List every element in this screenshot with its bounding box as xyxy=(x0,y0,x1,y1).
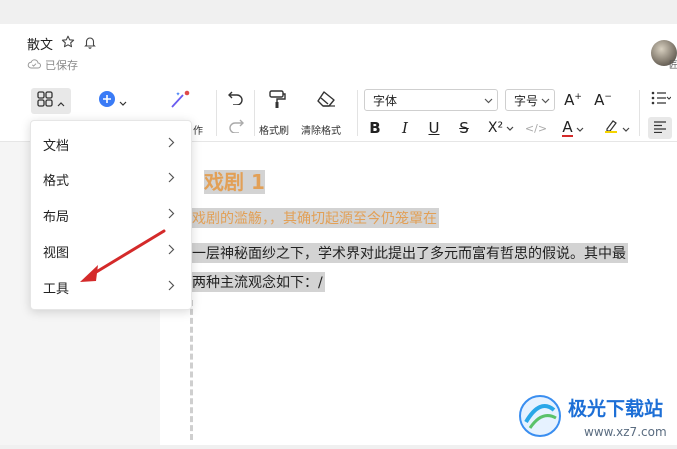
font-color-button[interactable]: A xyxy=(556,117,590,139)
menu-item-document[interactable]: 文档 xyxy=(31,129,191,159)
font-select-value: 字体 xyxy=(373,93,398,108)
chevron-down-icon xyxy=(506,120,514,136)
undo-icon xyxy=(227,89,245,109)
chevron-up-icon xyxy=(57,92,65,111)
chevron-right-icon xyxy=(168,171,175,187)
ai-wand-button[interactable] xyxy=(165,88,195,114)
bell-icon[interactable] xyxy=(83,35,97,53)
italic-button[interactable]: I xyxy=(394,117,416,139)
list-button[interactable] xyxy=(648,89,674,111)
save-status: 已保存 xyxy=(27,57,78,73)
italic-label: I xyxy=(402,119,408,137)
align-left-icon xyxy=(653,119,667,137)
divider xyxy=(216,90,217,136)
underline-label: U xyxy=(428,119,440,137)
superscript-button[interactable]: X² xyxy=(482,117,520,139)
window-top-strip xyxy=(0,0,677,24)
clear-format-button[interactable] xyxy=(310,88,342,114)
underline-button[interactable]: U xyxy=(423,117,445,139)
chevron-right-icon xyxy=(168,136,175,152)
format-painter-button[interactable] xyxy=(262,88,292,114)
document-header: 散文 已保存 匠 xyxy=(0,24,677,84)
highlighter-icon xyxy=(603,118,619,138)
cloud-check-icon xyxy=(27,58,41,73)
size-select-value: 字号 xyxy=(514,93,539,108)
inline-code-button[interactable]: </> xyxy=(523,117,549,139)
svg-text:极光下载站: 极光下载站 xyxy=(568,397,663,420)
magic-wand-icon xyxy=(169,89,191,113)
eraser-icon xyxy=(315,90,337,112)
heading-1[interactable]: 戏剧 1 xyxy=(200,166,269,195)
chevron-right-icon xyxy=(168,207,175,223)
bold-button[interactable]: B xyxy=(364,117,386,139)
font-select[interactable]: 字体 xyxy=(364,89,498,111)
font-color-label: A xyxy=(562,118,573,137)
watermark-logo: 极光下载站 www.xz7.com xyxy=(512,388,677,445)
annotation-arrow xyxy=(80,229,166,282)
doc-title[interactable]: 散文 xyxy=(27,34,53,53)
svg-text:www.xz7.com: www.xz7.com xyxy=(584,425,667,439)
ai-label: 作 xyxy=(193,126,203,137)
chevron-down-icon xyxy=(484,93,493,107)
undo-button[interactable] xyxy=(224,88,248,110)
paragraph-2-text: 两种主流观念如下：/ xyxy=(192,275,323,291)
paint-roller-icon xyxy=(268,89,286,113)
format-painter-label: 格式刷 xyxy=(259,126,289,137)
heading-2-text: 戏剧的滥觞，，其确切起源至今仍笼罩在 xyxy=(192,211,437,227)
increase-font-button[interactable]: A+ xyxy=(562,89,584,111)
decrease-font-button[interactable]: A− xyxy=(592,89,614,111)
chevron-down-icon xyxy=(119,92,127,111)
bullet-list-icon xyxy=(651,91,672,109)
align-left-button[interactable] xyxy=(648,117,672,139)
clear-format-label: 清除格式 xyxy=(301,126,341,137)
insert-button[interactable] xyxy=(92,88,132,114)
menu-item-format[interactable]: 格式 xyxy=(31,164,191,194)
paragraph-line-1[interactable]: 一层神秘面纱之下，学术界对此提出了多元而富有哲思的假说。其中最 xyxy=(190,243,628,263)
menu-item-label: 布局 xyxy=(43,209,70,225)
divider xyxy=(254,90,255,136)
heading-1-text: 戏剧 1 xyxy=(204,170,265,194)
menu-toggle-button[interactable] xyxy=(31,88,71,114)
strikethrough-button[interactable]: S xyxy=(453,117,475,139)
divider xyxy=(357,90,358,136)
grid-icon xyxy=(37,91,55,111)
menu-item-label: 格式 xyxy=(43,173,70,189)
saved-label: 已保存 xyxy=(45,59,78,72)
avatar-label: 匠 xyxy=(669,61,677,71)
decrease-font-icon: A− xyxy=(594,91,612,109)
heading-2[interactable]: 戏剧的滥觞，，其确切起源至今仍笼罩在 xyxy=(190,208,439,228)
star-icon[interactable] xyxy=(61,35,75,53)
highlight-button[interactable] xyxy=(598,117,634,139)
menu-item-label: 文档 xyxy=(43,138,70,154)
redo-icon xyxy=(227,117,245,137)
page-margin-guide xyxy=(190,300,193,440)
title-row: 散文 xyxy=(27,34,97,53)
superscript-label: X² xyxy=(487,120,504,136)
paragraph-line-2[interactable]: 两种主流观念如下：/ xyxy=(190,272,325,292)
plus-circle-icon xyxy=(98,90,116,112)
font-size-select[interactable]: 字号 xyxy=(505,89,555,111)
paragraph-1-text: 一层神秘面纱之下，学术界对此提出了多元而富有哲思的假说。其中最 xyxy=(192,246,626,262)
chevron-down-icon xyxy=(622,119,630,137)
strike-label: S xyxy=(459,119,469,137)
chevron-down-icon xyxy=(541,93,550,107)
divider xyxy=(639,90,640,136)
increase-font-icon: A+ xyxy=(564,91,582,109)
code-label: </> xyxy=(524,121,548,135)
bold-label: B xyxy=(369,119,381,137)
redo-button[interactable] xyxy=(224,116,248,138)
chevron-down-icon xyxy=(576,119,584,137)
